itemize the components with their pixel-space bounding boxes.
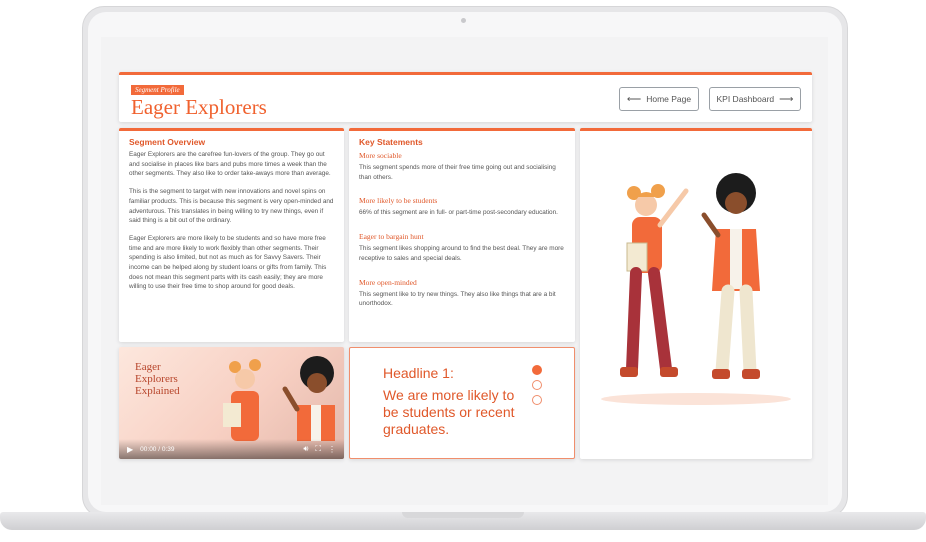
header-card: Segment Profile Eager Explorers ⟵ Home P… — [119, 72, 812, 122]
video-time: 00:00 / 0:39 — [140, 445, 175, 453]
illustration-card — [580, 128, 812, 459]
screen: Segment Profile Eager Explorers ⟵ Home P… — [101, 37, 828, 505]
pagination-dot[interactable] — [532, 395, 542, 405]
more-options-icon[interactable]: ⋮ — [328, 445, 336, 454]
home-page-button[interactable]: ⟵ Home Page — [619, 87, 699, 111]
statement-text: 66% of this segment are in full- or part… — [359, 209, 558, 217]
overview-paragraph: Eager Explorers are more likely to be st… — [129, 234, 327, 291]
statement-item: More sociable This segment spends more o… — [359, 151, 565, 182]
students-illustration — [601, 173, 791, 405]
pagination-dot[interactable] — [532, 365, 542, 375]
headline-pagination — [532, 365, 542, 405]
statement-text: This segment like to try new things. The… — [359, 290, 556, 308]
video-title: Eager Explorers Explained — [135, 361, 180, 397]
home-page-label: Home Page — [646, 94, 692, 104]
video-player[interactable]: Eager Explorers Explained ▶ 00:00 / 0:39… — [119, 347, 344, 459]
statement-text: This segment likes shopping around to fi… — [359, 245, 564, 262]
segment-overview-title: Segment Overview — [129, 137, 206, 147]
kpi-dashboard-label: KPI Dashboard — [716, 94, 775, 104]
kpi-dashboard-button[interactable]: KPI Dashboard ⟶ — [709, 87, 801, 111]
video-controls: ▶ 00:00 / 0:39 🔊︎ ⛶ ⋮ — [119, 439, 344, 459]
headline-title: Headline 1: — [383, 365, 454, 381]
headline-card: Headline 1: We are more likely to be stu… — [349, 347, 575, 459]
segment-overview-card: Segment Overview Eager Explorers are the… — [119, 128, 344, 342]
overview-paragraph: Eager Explorers are the carefree fun-lov… — [129, 151, 331, 178]
statement-text: This segment spends more of their free t… — [359, 164, 556, 181]
statement-heading: Eager to bargain hunt — [359, 232, 424, 242]
statement-heading: More open-minded — [359, 277, 417, 287]
video-thumbnail-illustration — [223, 356, 335, 441]
fullscreen-icon[interactable]: ⛶ — [315, 444, 321, 454]
statement-item: More open-minded This segment like to tr… — [359, 278, 565, 309]
volume-icon[interactable]: 🔊︎ — [303, 444, 308, 454]
key-statements-title: Key Statements — [359, 137, 423, 147]
key-statements-card: Key Statements More sociable This segmen… — [349, 128, 575, 342]
webcam-icon — [461, 18, 466, 23]
statement-item: Eager to bargain hunt This segment likes… — [359, 232, 565, 263]
overview-paragraph: This is the segment to target with new i… — [129, 188, 334, 225]
statement-item: More likely to be students 66% of this s… — [359, 196, 565, 218]
statement-heading: More likely to be students — [359, 196, 438, 206]
arrow-right-icon: ⟶ — [779, 93, 794, 105]
segment-tag: Segment Profile — [131, 85, 184, 95]
pagination-dot[interactable] — [532, 380, 542, 390]
play-icon[interactable]: ▶ — [127, 445, 133, 454]
laptop-notch — [402, 512, 524, 518]
statement-heading: More sociable — [359, 151, 402, 160]
headline-text: We are more likely to be students or rec… — [383, 387, 515, 437]
arrow-left-icon: ⟵ — [626, 93, 642, 105]
page-title: Eager Explorers — [131, 95, 267, 119]
